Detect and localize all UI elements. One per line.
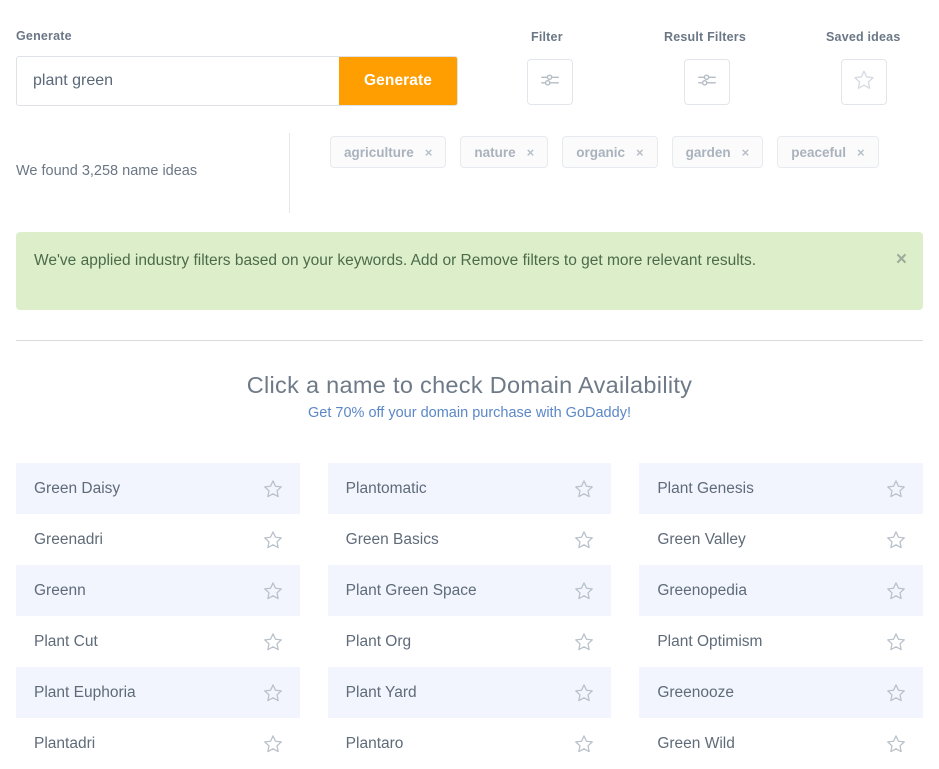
generate-field-label: Generate	[16, 29, 72, 43]
name-row[interactable]: Plant Genesis	[639, 463, 923, 514]
name-label: Plant Yard	[346, 684, 417, 702]
name-row[interactable]: Plant Green Space	[328, 565, 612, 616]
name-label: Greenn	[34, 582, 86, 600]
name-label: Plant Green Space	[346, 582, 477, 600]
keyword-input[interactable]	[17, 57, 339, 105]
sliders-icon	[696, 69, 718, 96]
star-icon[interactable]	[262, 478, 284, 500]
name-row[interactable]: Greenn	[16, 565, 300, 616]
name-row[interactable]: Greenooze	[639, 667, 923, 718]
results-column-1: Green Daisy Greenadri Greenn Plant Cut P…	[16, 463, 300, 769]
keyword-tag[interactable]: organic ×	[562, 136, 657, 168]
name-row[interactable]: Plant Cut	[16, 616, 300, 667]
star-icon[interactable]	[573, 529, 595, 551]
results-column-2: Plantomatic Green Basics Plant Green Spa…	[328, 463, 612, 769]
remove-tag-icon[interactable]: ×	[425, 146, 433, 159]
star-icon[interactable]	[885, 733, 907, 755]
filter-label: Filter	[531, 30, 563, 44]
name-label: Plant Cut	[34, 633, 98, 651]
keyword-tag[interactable]: garden ×	[672, 136, 764, 168]
star-icon[interactable]	[885, 478, 907, 500]
star-icon[interactable]	[885, 580, 907, 602]
alert-message: We've applied industry filters based on …	[34, 247, 844, 275]
name-row[interactable]: Green Daisy	[16, 463, 300, 514]
name-label: Greenadri	[34, 531, 103, 549]
name-row[interactable]: Green Basics	[328, 514, 612, 565]
name-row[interactable]: Greenadri	[16, 514, 300, 565]
close-icon[interactable]: ×	[896, 250, 907, 269]
star-icon[interactable]	[885, 682, 907, 704]
name-row[interactable]: Greenopedia	[639, 565, 923, 616]
name-label: Green Valley	[657, 531, 745, 549]
saved-ideas-button[interactable]	[841, 59, 887, 105]
name-label: Plant Euphoria	[34, 684, 136, 702]
star-icon[interactable]	[262, 529, 284, 551]
name-label: Green Daisy	[34, 480, 120, 498]
name-row[interactable]: Plant Optimism	[639, 616, 923, 667]
section-divider	[16, 340, 923, 341]
generate-button[interactable]: Generate	[339, 57, 457, 105]
keyword-tag-label: garden	[686, 145, 731, 160]
keyword-tag[interactable]: nature ×	[460, 136, 548, 168]
name-label: Plantomatic	[346, 480, 427, 498]
name-label: Greenopedia	[657, 582, 747, 600]
name-row[interactable]: Green Valley	[639, 514, 923, 565]
saved-ideas-label: Saved ideas	[826, 30, 900, 44]
page-title: Click a name to check Domain Availabilit…	[0, 372, 939, 399]
results-count: We found 3,258 name ideas	[16, 163, 197, 179]
results-column-3: Plant Genesis Green Valley Greenopedia P…	[639, 463, 923, 769]
name-label: Plant Genesis	[657, 480, 754, 498]
keyword-tag-label: peaceful	[791, 145, 846, 160]
filter-button[interactable]	[527, 59, 573, 105]
star-icon[interactable]	[262, 631, 284, 653]
sliders-icon	[539, 69, 561, 96]
keyword-tag-label: nature	[474, 145, 515, 160]
name-label: Greenooze	[657, 684, 734, 702]
star-icon[interactable]	[573, 478, 595, 500]
promo-link[interactable]: Get 70% off your domain purchase with Go…	[0, 405, 939, 421]
keyword-tag[interactable]: agriculture ×	[330, 136, 446, 168]
industry-filter-alert: We've applied industry filters based on …	[16, 232, 923, 310]
star-icon[interactable]	[885, 631, 907, 653]
remove-tag-icon[interactable]: ×	[742, 146, 750, 159]
name-label: Green Basics	[346, 531, 439, 549]
name-row[interactable]: Plantaro	[328, 718, 612, 769]
generate-search-group: Generate	[16, 56, 458, 106]
star-icon[interactable]	[573, 682, 595, 704]
keyword-tag-label: organic	[576, 145, 625, 160]
name-results-grid: Green Daisy Greenadri Greenn Plant Cut P…	[16, 463, 923, 769]
star-icon	[852, 68, 876, 97]
star-icon[interactable]	[573, 580, 595, 602]
result-filters-label: Result Filters	[664, 30, 746, 44]
keyword-tag-list: agriculture × nature × organic × garden …	[330, 136, 930, 168]
name-row[interactable]: Plant Euphoria	[16, 667, 300, 718]
result-filters-button[interactable]	[684, 59, 730, 105]
name-row[interactable]: Plantomatic	[328, 463, 612, 514]
name-label: Green Wild	[657, 735, 735, 753]
name-row[interactable]: Plant Org	[328, 616, 612, 667]
remove-tag-icon[interactable]: ×	[636, 146, 644, 159]
star-icon[interactable]	[262, 682, 284, 704]
name-label: Plant Org	[346, 633, 411, 651]
name-label: Plant Optimism	[657, 633, 762, 651]
star-icon[interactable]	[262, 733, 284, 755]
toolbar: Generate Generate Filter Result Filters	[0, 0, 939, 120]
name-row[interactable]: Plant Yard	[328, 667, 612, 718]
remove-tag-icon[interactable]: ×	[857, 146, 865, 159]
star-icon[interactable]	[573, 733, 595, 755]
keyword-tag[interactable]: peaceful ×	[777, 136, 878, 168]
summary-tags-divider	[289, 133, 290, 213]
star-icon[interactable]	[573, 631, 595, 653]
name-label: Plantaro	[346, 735, 404, 753]
remove-tag-icon[interactable]: ×	[527, 146, 535, 159]
keyword-tag-label: agriculture	[344, 145, 414, 160]
name-label: Plantadri	[34, 735, 95, 753]
star-icon[interactable]	[262, 580, 284, 602]
name-row[interactable]: Green Wild	[639, 718, 923, 769]
name-row[interactable]: Plantadri	[16, 718, 300, 769]
star-icon[interactable]	[885, 529, 907, 551]
